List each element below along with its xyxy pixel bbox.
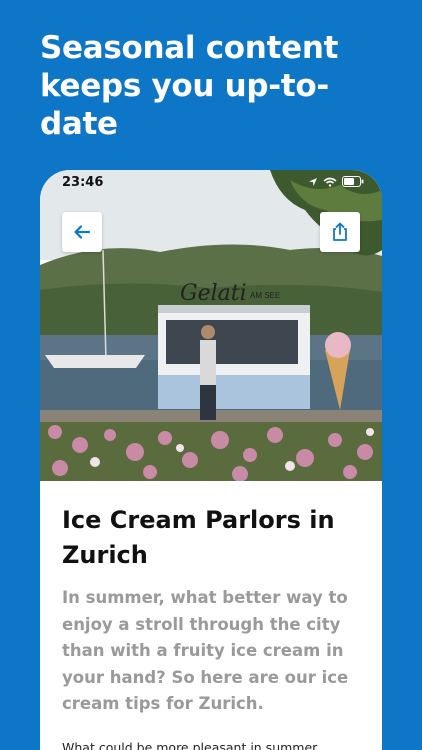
status-time: 23:46 <box>62 175 104 190</box>
hero-image: Gelati AM SEE 23:46 <box>40 170 382 481</box>
kiosk-sign-text: Gelati <box>180 281 247 306</box>
share-icon <box>331 222 349 242</box>
article-body: What could be more pleasant in summer <box>62 740 318 750</box>
wifi-icon <box>323 177 337 187</box>
battery-icon <box>342 176 364 187</box>
arrow-left-icon <box>73 223 91 241</box>
back-button[interactable] <box>62 212 102 252</box>
location-arrow-icon <box>308 177 318 187</box>
phone-screen: Gelati AM SEE 23:46 Ice Cream Parlors in… <box>40 170 382 750</box>
article-title: Ice Cream Parlors in Zurich <box>62 506 335 569</box>
page-headline: Seasonal content keeps you up-to-date <box>40 30 339 142</box>
kiosk-sign-subtext: AM SEE <box>250 291 280 300</box>
status-icons <box>308 176 364 187</box>
share-button[interactable] <box>320 212 360 252</box>
article-lead: In summer, what better way to enjoy a st… <box>62 588 349 713</box>
